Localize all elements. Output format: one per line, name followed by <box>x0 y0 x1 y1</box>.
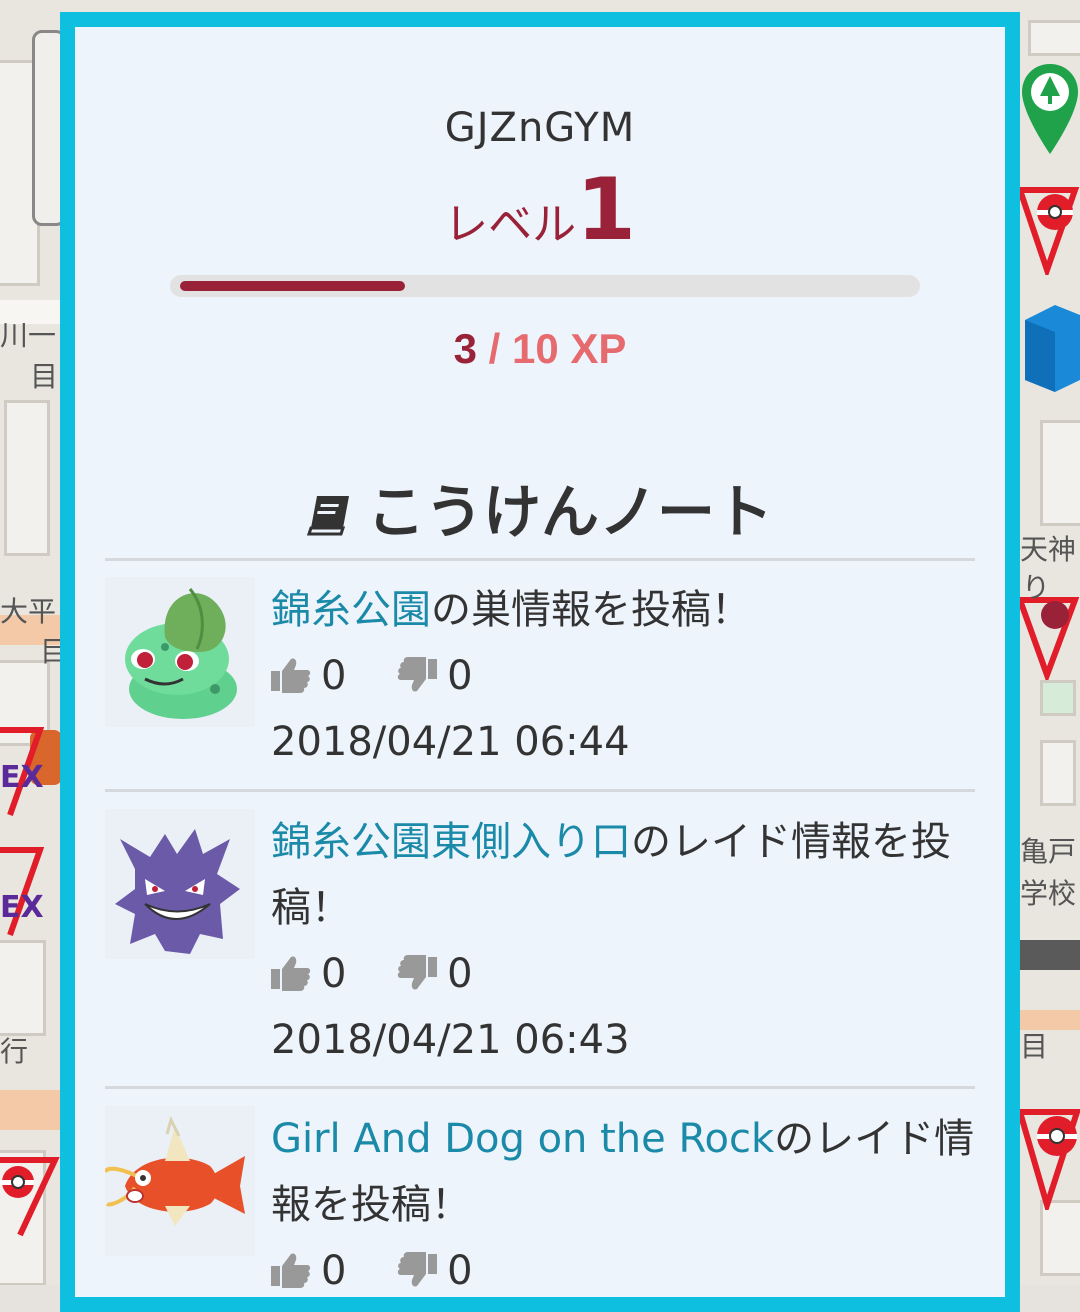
book-icon <box>306 496 349 536</box>
xp-current: 3 <box>453 325 477 372</box>
map-label: 天神 <box>1020 533 1077 566</box>
entry-date: 2018/04/21 06:44 <box>271 719 630 765</box>
gym-name: GJZnGYM <box>444 105 636 151</box>
dislike-button[interactable]: 0 <box>397 1238 473 1297</box>
dislike-count: 0 <box>447 951 473 997</box>
vote-row: 0 0 <box>271 941 975 1007</box>
contribution-note-title: こうけんノート <box>366 478 773 546</box>
vote-row: 0 0 <box>271 643 975 709</box>
level-value: 1 <box>576 160 636 260</box>
map-block <box>1040 420 1080 526</box>
like-count: 0 <box>321 653 347 699</box>
magikarp-avatar[interactable] <box>103 1106 255 1256</box>
location-link[interactable]: 錦糸公園 <box>271 587 431 633</box>
map-label: 亀戸 <box>1020 835 1077 868</box>
park-pin-icon[interactable] <box>1020 62 1080 157</box>
gym-pin-icon[interactable] <box>0 1150 60 1240</box>
entry-body: 錦糸公園東側入り口のレイド情報を投稿！ 0 0 2018/04/21 06:43 <box>271 809 975 1073</box>
thumbs-down-icon <box>398 955 438 990</box>
bulbasaur-avatar[interactable] <box>105 577 255 727</box>
map-block <box>1028 20 1080 56</box>
map-label: 目 <box>1020 1030 1049 1063</box>
map-railway <box>1020 940 1080 970</box>
map-label: 目 <box>30 360 59 393</box>
divider <box>105 1086 975 1089</box>
like-count: 0 <box>321 951 347 997</box>
vote-row: 0 0 <box>271 1238 975 1297</box>
dislike-button[interactable]: 0 <box>397 941 473 1007</box>
map-label: 行 <box>0 1035 29 1068</box>
level-label: レベル <box>444 199 577 250</box>
map-block <box>1040 740 1076 806</box>
map-label: 川一 <box>0 319 57 352</box>
modal-content: GJZnGYM レベル1 3 / 10 XP こうけんノート 錦糸公園の巣情報を… <box>75 27 1005 1297</box>
thumbs-up-icon <box>271 956 311 991</box>
contribution-note-heading: こうけんノート <box>75 465 1005 549</box>
divider <box>105 789 975 792</box>
thumbs-up-icon <box>271 1253 311 1288</box>
ex-label: EX <box>0 760 44 795</box>
ex-label: EX <box>0 890 44 925</box>
like-button[interactable]: 0 <box>271 941 346 1007</box>
map-label: 学校 <box>1020 877 1077 910</box>
dislike-count: 0 <box>447 653 473 699</box>
gym-pin-icon[interactable] <box>1015 1100 1080 1210</box>
xp-progress-bar <box>170 275 920 297</box>
like-button[interactable]: 0 <box>271 643 346 709</box>
map-block <box>0 940 46 1036</box>
like-button[interactable]: 0 <box>271 1238 346 1297</box>
entry-text: 錦糸公園の巣情報を投稿！ <box>271 577 975 643</box>
thumbs-down-icon <box>398 1252 438 1287</box>
xp-total: / 10 XP <box>476 325 627 372</box>
like-count: 0 <box>321 1248 347 1294</box>
entry-body: 錦糸公園の巣情報を投稿！ 0 0 2018/04/21 06:44 <box>271 577 975 775</box>
xp-text: 3 / 10 XP <box>75 325 1005 373</box>
map-block <box>4 400 50 556</box>
divider <box>105 558 975 561</box>
location-link[interactable]: Girl And Dog on the Rock <box>271 1116 774 1162</box>
gym-pin-icon[interactable] <box>1015 180 1080 275</box>
thumbs-up-icon <box>271 658 311 693</box>
entry-text: 錦糸公園東側入り口のレイド情報を投稿！ <box>271 809 975 941</box>
entry-date: 2018/04/21 06:43 <box>271 1017 630 1063</box>
cube-icon[interactable] <box>1015 300 1080 395</box>
map-label: 大平 <box>0 595 57 628</box>
thumbs-down-icon <box>398 657 438 692</box>
gengar-avatar[interactable] <box>105 809 255 959</box>
map-block <box>1040 680 1076 716</box>
entry-action: の巣情報を投稿！ <box>431 587 751 633</box>
gym-profile-modal: GJZnGYM レベル1 3 / 10 XP こうけんノート 錦糸公園の巣情報を… <box>60 12 1020 1312</box>
map-label: り <box>1022 571 1051 604</box>
level-display: レベル1 <box>75 167 1005 253</box>
map-road <box>0 1090 60 1130</box>
dislike-count: 0 <box>447 1248 473 1294</box>
entry-text: Girl And Dog on the Rockのレイド情報を投稿！ <box>271 1106 975 1238</box>
map-block <box>1040 1200 1080 1276</box>
xp-progress-fill <box>180 281 405 291</box>
entry-body: Girl And Dog on the Rockのレイド情報を投稿！ 0 0 <box>271 1106 975 1297</box>
dislike-button[interactable]: 0 <box>397 643 473 709</box>
location-link[interactable]: 錦糸公園東側入り口 <box>271 819 631 865</box>
